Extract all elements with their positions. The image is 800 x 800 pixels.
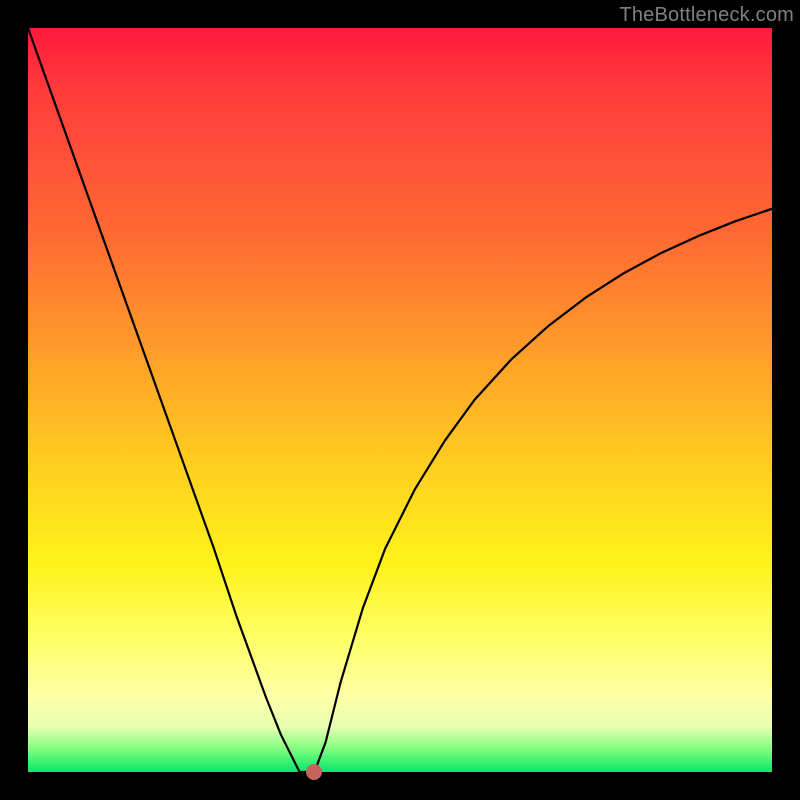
plot-area [28,28,772,772]
bottleneck-curve [28,28,772,772]
watermark-text: TheBottleneck.com [619,4,794,27]
optimum-marker [306,764,322,780]
chart-frame: TheBottleneck.com [0,0,800,800]
